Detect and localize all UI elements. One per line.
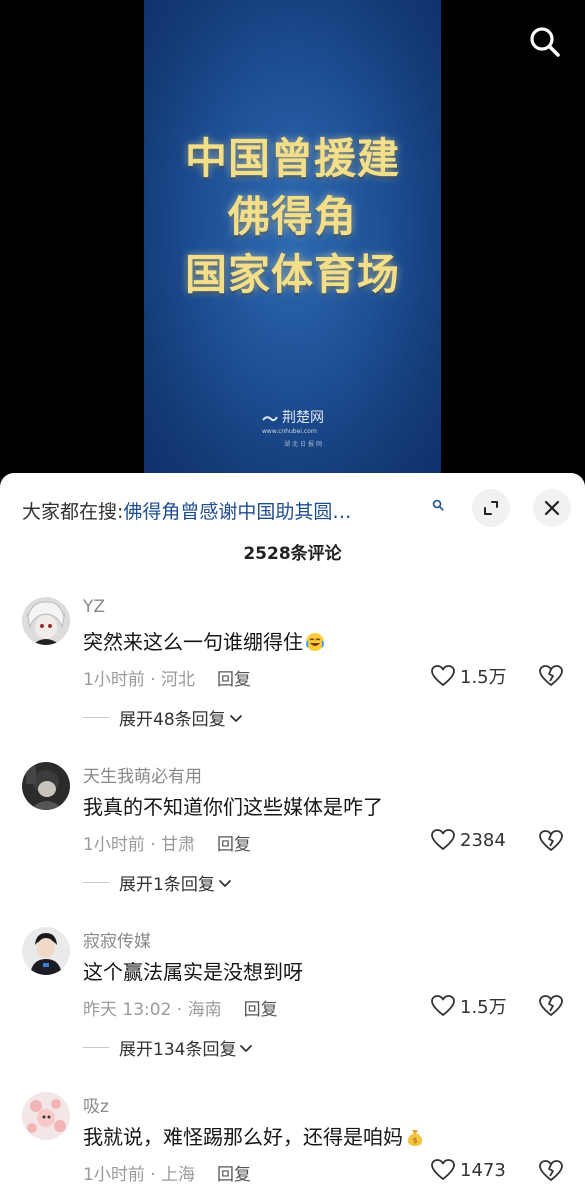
close-icon: [544, 500, 560, 516]
expand-replies[interactable]: 展开1条回复: [83, 870, 233, 895]
comment-item: 吸z 我就说，难怪踢那么好，还得是咱妈 $ 1小时前 · 上海 回复 1473: [0, 1092, 585, 1200]
watermark-logo-icon: [262, 415, 278, 421]
comment-count: 2528条评论: [243, 544, 342, 564]
avatar[interactable]: [22, 927, 70, 975]
comment-text: 这个赢法属实是没想到呀: [83, 960, 303, 984]
avatar-image: [22, 927, 70, 975]
svg-text:$: $: [412, 1136, 417, 1145]
username[interactable]: 吸z: [83, 1092, 109, 1117]
hot-search-link[interactable]: 大家都在搜:佛得角曾感谢中国助其圆…: [22, 497, 351, 524]
video-frame[interactable]: 中国曾援建 佛得角 国家体育场 荆楚网 www.cnhubei.com 湖北日报…: [144, 0, 441, 478]
expand-replies[interactable]: 展开48条回复: [83, 705, 244, 730]
like-button[interactable]: 1473: [430, 1158, 506, 1182]
video-title-line-2: 佛得角: [227, 192, 357, 241]
small-search-icon: [432, 499, 444, 511]
like-count: 1.5万: [460, 667, 507, 688]
avatar-image: [22, 1092, 70, 1140]
expand-icon: [484, 501, 498, 515]
watermark-url: www.cnhubei.com: [262, 428, 317, 435]
chevron-down-icon: [218, 879, 231, 887]
comment-time-location: 1小时前 · 上海: [83, 1165, 196, 1185]
video-title-line-1: 中国曾援建: [184, 134, 400, 183]
search-button[interactable]: [527, 24, 563, 60]
heart-icon: [431, 665, 455, 686]
watermark-subtitle: 湖北日报网: [284, 441, 325, 448]
comment-item: 寂寂传媒 这个赢法属实是没想到呀 昨天 13:02 · 海南 回复 1.5万 展开…: [0, 927, 585, 1087]
comments-panel: 大家都在搜:佛得角曾感谢中国助其圆… 2528条评论 YZ 突然来这么一句谁绷得…: [0, 473, 585, 1200]
comment-meta: 1小时前 · 河北 回复: [83, 665, 251, 690]
comment-text: 我真的不知道你们这些媒体是咋了: [83, 795, 383, 819]
comment-text-content: 突然来这么一句谁绷得住: [83, 630, 303, 654]
avatar[interactable]: [22, 597, 70, 645]
chevron-down-icon: [229, 714, 242, 722]
heart-icon: [431, 829, 455, 850]
expand-button[interactable]: [472, 489, 510, 527]
avatar-image: [22, 762, 70, 810]
reply-button[interactable]: 回复: [244, 1000, 278, 1020]
comment-time-location: 1小时前 · 甘肃: [83, 835, 196, 855]
comment-time-location: 1小时前 · 河北: [83, 670, 196, 690]
video-title-line-3: 国家体育场: [184, 250, 400, 299]
reply-button[interactable]: 回复: [217, 835, 251, 855]
expand-replies-label: 展开1条回复: [119, 875, 215, 895]
expand-replies[interactable]: 展开134条回复: [83, 1035, 254, 1060]
hot-search-row: 大家都在搜:佛得角曾感谢中国助其圆…: [0, 489, 585, 529]
avatar[interactable]: [22, 1092, 70, 1140]
like-button[interactable]: 1.5万: [430, 663, 507, 689]
video-title: 中国曾援建 佛得角 国家体育场: [144, 130, 441, 304]
broken-heart-icon[interactable]: [538, 1158, 564, 1184]
close-button[interactable]: [533, 489, 571, 527]
chevron-down-icon: [240, 1044, 253, 1052]
comment-time-location: 昨天 13:02 · 海南: [83, 1000, 222, 1020]
money-bag-emoji-icon: $: [407, 1130, 423, 1146]
like-count: 1473: [460, 1159, 506, 1181]
comment-meta: 1小时前 · 甘肃 回复: [83, 830, 251, 855]
hot-search-query[interactable]: 佛得角曾感谢中国助其圆…: [123, 501, 351, 523]
avatar-image: [22, 597, 70, 645]
broken-heart-icon[interactable]: [538, 993, 564, 1019]
like-button[interactable]: 1.5万: [430, 993, 507, 1019]
comment-text: 我就说，难怪踢那么好，还得是咱妈 $: [83, 1121, 425, 1150]
reply-button[interactable]: 回复: [217, 1165, 251, 1185]
broken-heart-icon[interactable]: [538, 663, 564, 689]
expand-replies-label: 展开134条回复: [119, 1040, 237, 1060]
search-icon: [530, 27, 560, 57]
heart-icon: [431, 995, 455, 1016]
username[interactable]: YZ: [83, 597, 105, 617]
comment-text: 突然来这么一句谁绷得住: [83, 626, 325, 655]
watermark-name: 荆楚网: [282, 410, 324, 426]
comment-meta: 1小时前 · 上海 回复: [83, 1160, 251, 1185]
watermark: 荆楚网 www.cnhubei.com 湖北日报网: [262, 410, 325, 451]
like-count: 2384: [460, 829, 506, 851]
comment-meta: 昨天 13:02 · 海南 回复: [83, 995, 278, 1020]
comment-item: YZ 突然来这么一句谁绷得住 1小时前 · 河北 回复 1.5万 展开48条回复: [0, 597, 585, 757]
divider-line: [83, 882, 109, 883]
username[interactable]: 寂寂传媒: [83, 927, 151, 952]
broken-heart-icon[interactable]: [538, 828, 564, 854]
avatar[interactable]: [22, 762, 70, 810]
divider-line: [83, 717, 109, 718]
like-count: 1.5万: [460, 997, 507, 1018]
heart-icon: [431, 1159, 455, 1180]
comment-text-content: 我就说，难怪踢那么好，还得是咱妈: [83, 1125, 403, 1149]
like-button[interactable]: 2384: [430, 828, 506, 852]
laugh-cry-emoji-icon: [306, 633, 324, 651]
divider-line: [83, 1047, 109, 1048]
video-player[interactable]: 中国曾援建 佛得角 国家体育场 荆楚网 www.cnhubei.com 湖北日报…: [0, 0, 585, 478]
hot-search-prefix: 大家都在搜:: [22, 501, 124, 523]
username[interactable]: 天生我萌必有用: [83, 762, 202, 787]
expand-replies-label: 展开48条回复: [119, 710, 226, 730]
reply-button[interactable]: 回复: [217, 670, 251, 690]
comment-item: 天生我萌必有用 我真的不知道你们这些媒体是咋了 1小时前 · 甘肃 回复 2384…: [0, 762, 585, 922]
